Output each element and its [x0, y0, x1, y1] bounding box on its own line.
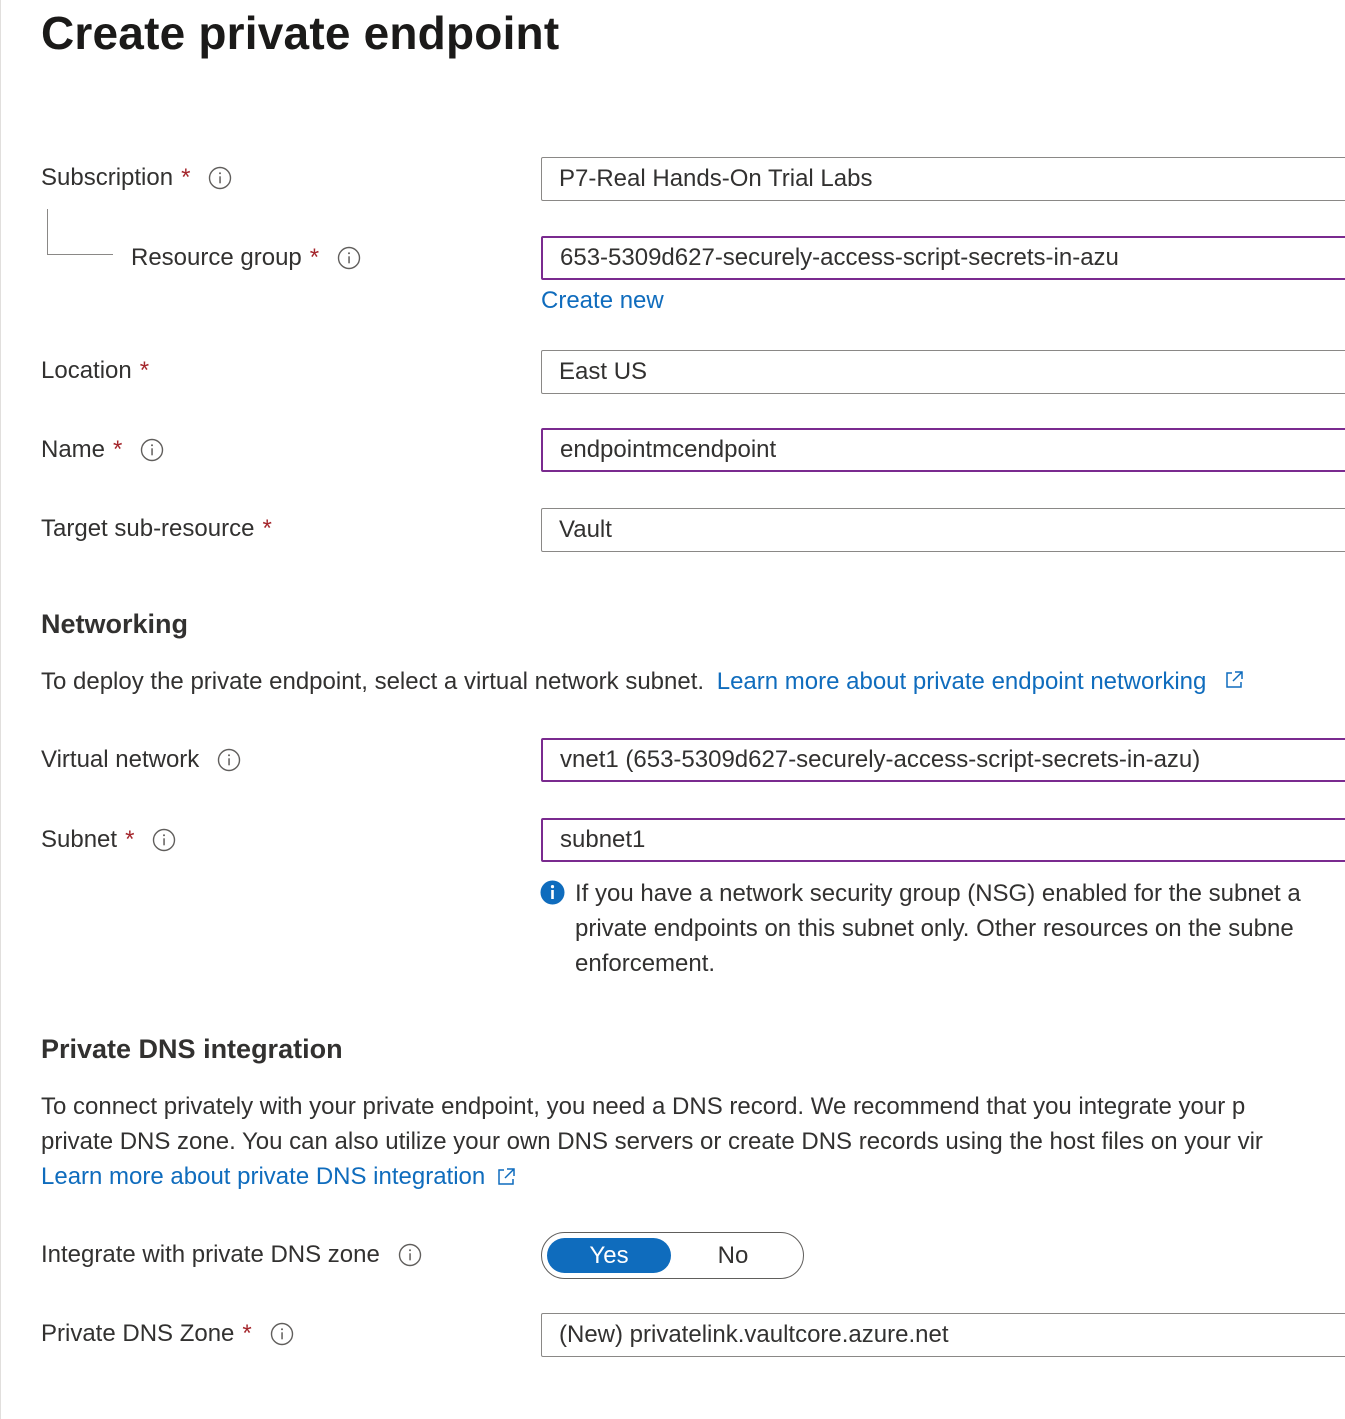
- resource-group-dropdown[interactable]: 653-5309d627-securely-access-script-secr…: [541, 236, 1345, 280]
- target-sub-resource-label-row: Target sub-resource *: [41, 515, 272, 543]
- virtual-network-dropdown[interactable]: vnet1 (653-5309d627-securely-access-scri…: [541, 738, 1345, 782]
- tree-connector-horizontal: [47, 254, 113, 255]
- location-label: Location: [41, 357, 132, 384]
- virtual-network-value: vnet1 (653-5309d627-securely-access-scri…: [560, 746, 1201, 773]
- learn-more-dns-text: Learn more about private DNS integration: [41, 1163, 486, 1190]
- resource-group-value: 653-5309d627-securely-access-script-secr…: [560, 244, 1119, 271]
- target-sub-resource-value: Vault: [559, 516, 612, 543]
- info-icon[interactable]: [208, 166, 232, 190]
- name-label: Name: [41, 436, 106, 463]
- dns-description-line: private DNS zone. You can also utilize y…: [41, 1128, 1263, 1155]
- private-dns-zone-label-row: Private DNS Zone *: [41, 1320, 294, 1348]
- networking-heading: Networking: [41, 609, 189, 639]
- create-new-resource-group-link[interactable]: Create new: [541, 287, 664, 315]
- info-icon[interactable]: [270, 1322, 294, 1346]
- location-label-row: Location *: [41, 357, 149, 385]
- networking-description: To deploy the private endpoint, select a…: [41, 668, 705, 695]
- resource-group-label: Resource group: [131, 244, 302, 271]
- subnet-label-row: Subnet *: [41, 826, 176, 854]
- toggle-no-option[interactable]: No: [671, 1238, 795, 1273]
- subscription-label: Subscription: [41, 164, 174, 191]
- info-icon[interactable]: [152, 828, 176, 852]
- external-link-icon: [1223, 669, 1245, 691]
- required-asterisk: *: [125, 826, 135, 853]
- required-asterisk: *: [113, 436, 123, 463]
- info-filled-icon: [540, 880, 565, 905]
- info-icon[interactable]: [337, 246, 361, 270]
- integrate-dns-toggle[interactable]: Yes No: [541, 1232, 804, 1279]
- networking-description-row: To deploy the private endpoint, select a…: [41, 664, 1245, 699]
- required-asterisk: *: [262, 515, 272, 542]
- name-input[interactable]: endpointmcendpoint: [541, 428, 1345, 472]
- tree-connector-vertical: [47, 209, 48, 255]
- nsg-info-line: enforcement.: [575, 950, 716, 977]
- subnet-label: Subnet: [41, 826, 118, 853]
- nsg-info-line: If you have a network security group (NS…: [575, 880, 1301, 907]
- info-icon[interactable]: [398, 1243, 422, 1267]
- subscription-label-row: Subscription *: [41, 164, 232, 192]
- virtual-network-label-row: Virtual network: [41, 746, 241, 774]
- target-sub-resource-dropdown[interactable]: Vault: [541, 508, 1345, 552]
- left-edge-divider: [0, 0, 1, 1419]
- learn-more-networking-text: Learn more about private endpoint networ…: [716, 668, 1207, 695]
- nsg-info-line: private endpoints on this subnet only. O…: [575, 915, 1294, 942]
- required-asterisk: *: [309, 244, 320, 271]
- nsg-info-text: If you have a network security group (NS…: [575, 876, 1301, 981]
- required-asterisk: *: [139, 357, 150, 384]
- location-value: East US: [559, 358, 648, 385]
- target-sub-resource-label: Target sub-resource: [41, 515, 255, 542]
- required-asterisk: *: [242, 1320, 252, 1347]
- subscription-value: P7-Real Hands-On Trial Labs: [559, 165, 873, 192]
- name-value: endpointmcendpoint: [560, 436, 777, 463]
- page-title: Create private endpoint: [41, 7, 560, 59]
- create-private-endpoint-page: Create private endpoint Subscription * P…: [0, 0, 1345, 1419]
- private-dns-zone-dropdown[interactable]: (New) privatelink.vaultcore.azure.net: [541, 1313, 1345, 1357]
- private-dns-zone-label: Private DNS Zone: [41, 1320, 235, 1347]
- external-link-icon: [495, 1166, 517, 1188]
- name-label-row: Name *: [41, 436, 164, 464]
- resource-group-label-row: Resource group *: [131, 244, 361, 272]
- toggle-yes-option[interactable]: Yes: [547, 1238, 671, 1273]
- info-icon[interactable]: [217, 748, 241, 772]
- info-icon[interactable]: [140, 438, 164, 462]
- required-asterisk: *: [181, 164, 191, 191]
- learn-more-dns-link[interactable]: Learn more about private DNS integration: [41, 1159, 517, 1194]
- location-dropdown[interactable]: East US: [541, 350, 1345, 394]
- integrate-dns-label: Integrate with private DNS zone: [41, 1241, 380, 1268]
- dns-heading: Private DNS integration: [41, 1034, 343, 1064]
- integrate-dns-label-row: Integrate with private DNS zone: [41, 1241, 422, 1269]
- subscription-dropdown[interactable]: P7-Real Hands-On Trial Labs: [541, 157, 1345, 201]
- private-dns-zone-value: (New) privatelink.vaultcore.azure.net: [559, 1321, 949, 1348]
- learn-more-networking-link[interactable]: Learn more about private endpoint networ…: [717, 668, 1245, 695]
- subnet-dropdown[interactable]: subnet1: [541, 818, 1345, 862]
- subnet-value: subnet1: [560, 826, 646, 853]
- virtual-network-label: Virtual network: [41, 746, 200, 773]
- dns-description-line: To connect privately with your private e…: [41, 1093, 1246, 1120]
